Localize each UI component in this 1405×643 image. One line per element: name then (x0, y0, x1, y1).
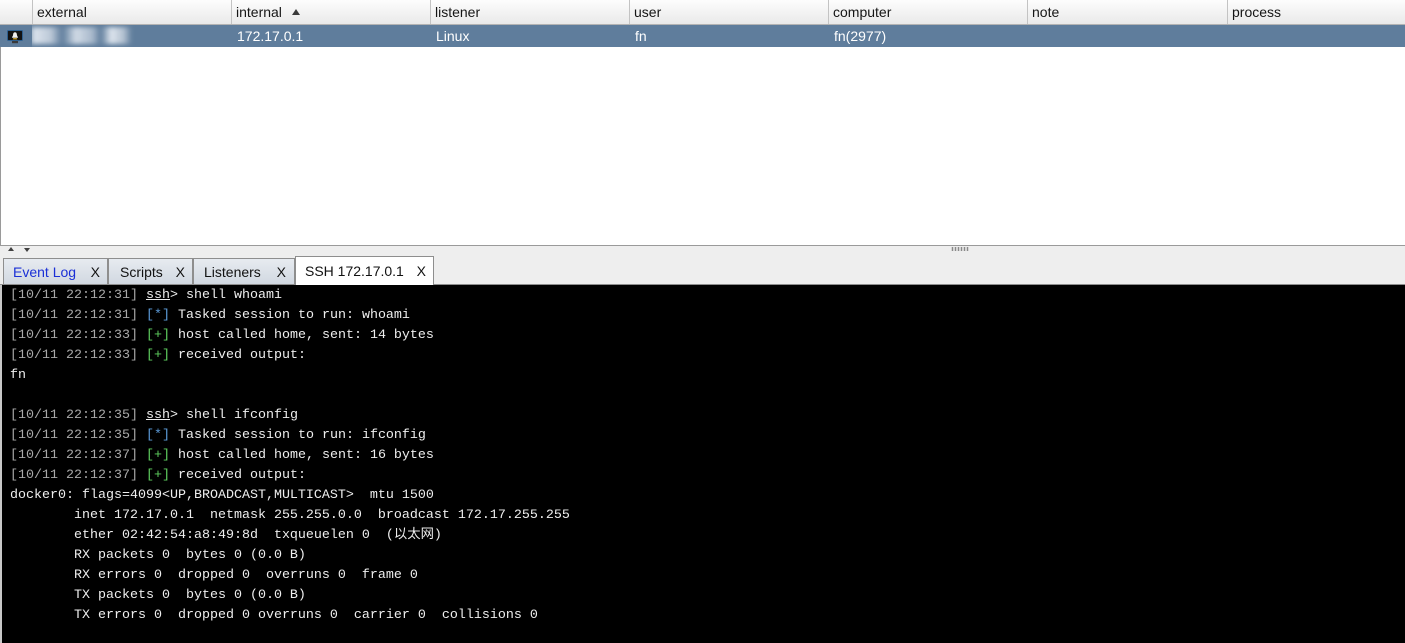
cell-process[interactable] (1227, 25, 1405, 47)
column-header-process[interactable]: process (1227, 0, 1405, 24)
console-line: RX packets 0 bytes 0 (0.0 B) (10, 546, 1405, 566)
ssh-console-output[interactable]: [10/11 22:12:31] ssh> shell whoami [10/11… (0, 285, 1405, 643)
tab-close-button[interactable]: X (91, 264, 100, 280)
console-output-text: ether 02:42:54:a8:49:8d txqueuelen 0 (以太… (10, 528, 442, 543)
tab-label: Listeners (204, 263, 261, 280)
tab-close-button[interactable]: X (277, 264, 286, 280)
console-output-text: docker0: flags=4099<UP,BROADCAST,MULTICA… (10, 488, 434, 503)
cell-note[interactable] (1027, 25, 1227, 47)
tab-event-log[interactable]: Event Log X (3, 258, 108, 284)
column-header-label: listener (435, 4, 481, 20)
console-timestamp: [10/11 22:12:37] (10, 448, 138, 463)
console-status-marker: [+] (145, 468, 170, 483)
console-output-text: TX errors 0 dropped 0 overruns 0 carrier… (10, 608, 538, 623)
cell-session-icon[interactable] (0, 25, 32, 47)
console-line: [10/11 22:12:37] [+] received output: (10, 466, 1405, 486)
console-line: [10/11 22:12:33] [+] host called home, s… (10, 326, 1405, 346)
console-status-marker: [+] (145, 348, 170, 363)
column-header-user[interactable]: user (629, 0, 828, 24)
console-timestamp: [10/11 22:12:33] (10, 328, 138, 343)
console-line: TX errors 0 dropped 0 overruns 0 carrier… (10, 606, 1405, 626)
console-message: host called home, sent: 16 bytes (177, 448, 434, 463)
column-header-label: internal (236, 4, 282, 20)
tab-close-button[interactable]: X (417, 263, 426, 279)
console-command: > shell ifconfig (169, 408, 298, 423)
console-status-marker: [*] (145, 428, 170, 443)
console-status-marker: [+] (145, 328, 170, 343)
column-header-label: process (1232, 4, 1282, 20)
sessions-table: external internal listener user computer… (0, 0, 1405, 246)
column-header-label: note (1032, 4, 1060, 20)
console-message: host called home, sent: 14 bytes (177, 328, 434, 343)
tab-scripts[interactable]: Scripts X (108, 258, 193, 284)
console-output-text: RX errors 0 dropped 0 overruns 0 frame 0 (10, 568, 418, 583)
cell-internal[interactable]: 172.17.0.1 (231, 25, 430, 47)
console-line: [10/11 22:12:31] ssh> shell whoami (10, 286, 1405, 306)
column-header-listener[interactable]: listener (430, 0, 629, 24)
tab-label: Scripts (120, 263, 163, 280)
console-timestamp: [10/11 22:12:37] (10, 468, 138, 483)
column-header-icon[interactable] (0, 0, 32, 24)
column-header-external[interactable]: external (32, 0, 231, 24)
cell-external[interactable] (32, 25, 231, 47)
console-line: [10/11 22:12:31] [*] Tasked session to r… (10, 306, 1405, 326)
console-status-marker: [*] (145, 308, 170, 323)
column-header-label: user (634, 4, 662, 20)
console-line: docker0: flags=4099<UP,BROADCAST,MULTICA… (10, 486, 1405, 506)
console-command: > shell whoami (169, 288, 282, 303)
console-line: [10/11 22:12:33] [+] received output: (10, 346, 1405, 366)
console-status-marker: [+] (145, 448, 170, 463)
tab-listeners[interactable]: Listeners X (193, 258, 295, 284)
column-header-internal[interactable]: internal (231, 0, 430, 24)
expand-top-pane-icon[interactable] (8, 247, 14, 251)
tab-label: Event Log (13, 263, 77, 280)
cell-user[interactable]: fn (629, 25, 828, 47)
console-timestamp: [10/11 22:12:31] (10, 308, 138, 323)
cell-listener[interactable]: Linux (430, 25, 629, 47)
console-prompt: ssh (145, 288, 170, 303)
tab-label: SSH 172.17.0.1 (305, 263, 404, 279)
column-header-note[interactable]: note (1027, 0, 1227, 24)
column-header-label: external (37, 4, 87, 20)
column-header-label: computer (833, 4, 892, 20)
console-message: Tasked session to run: ifconfig (177, 428, 426, 443)
tab-ssh-session[interactable]: SSH 172.17.0.1 X (295, 256, 434, 285)
console-line: ether 02:42:54:a8:49:8d txqueuelen 0 (以太… (10, 526, 1405, 546)
table-row[interactable]: 172.17.0.1 Linux fn fn(2977) (0, 25, 1405, 47)
console-timestamp: [10/11 22:12:31] (10, 288, 138, 303)
console-message: received output: (177, 468, 306, 483)
console-line: [10/11 22:12:35] [*] Tasked session to r… (10, 426, 1405, 446)
linux-session-monitor-icon (7, 30, 23, 44)
console-line: [10/11 22:12:35] ssh> shell ifconfig (10, 406, 1405, 426)
console-line: fn (10, 366, 1405, 386)
column-header-computer[interactable]: computer (828, 0, 1027, 24)
console-output-text: fn (10, 368, 26, 383)
console-line: inet 172.17.0.1 netmask 255.255.0.0 broa… (10, 506, 1405, 526)
tab-close-button[interactable]: X (176, 264, 185, 280)
console-timestamp: [10/11 22:12:33] (10, 348, 138, 363)
console-timestamp: [10/11 22:12:35] (10, 428, 138, 443)
console-line: RX errors 0 dropped 0 overruns 0 frame 0 (10, 566, 1405, 586)
sort-ascending-icon (291, 9, 300, 15)
sessions-table-header: external internal listener user computer… (0, 0, 1405, 25)
expand-bottom-pane-icon[interactable] (24, 248, 30, 252)
redacted-external-address (32, 27, 132, 44)
console-output-text: inet 172.17.0.1 netmask 255.255.0.0 broa… (10, 508, 570, 523)
split-pane-divider[interactable] (0, 246, 1405, 256)
split-pane-grip-icon[interactable] (951, 247, 969, 251)
console-line: TX packets 0 bytes 0 (0.0 B) (10, 586, 1405, 606)
console-timestamp: [10/11 22:12:35] (10, 408, 138, 423)
console-message: received output: (177, 348, 306, 363)
console-message: Tasked session to run: whoami (177, 308, 410, 323)
console-line: [10/11 22:12:37] [+] host called home, s… (10, 446, 1405, 466)
cell-computer[interactable]: fn(2977) (828, 25, 1027, 47)
tab-bar: Event Log X Scripts X Listeners X SSH 17… (0, 256, 1405, 285)
console-output-text: RX packets 0 bytes 0 (0.0 B) (10, 548, 306, 563)
console-output-text: TX packets 0 bytes 0 (0.0 B) (10, 588, 306, 603)
console-prompt: ssh (145, 408, 170, 423)
